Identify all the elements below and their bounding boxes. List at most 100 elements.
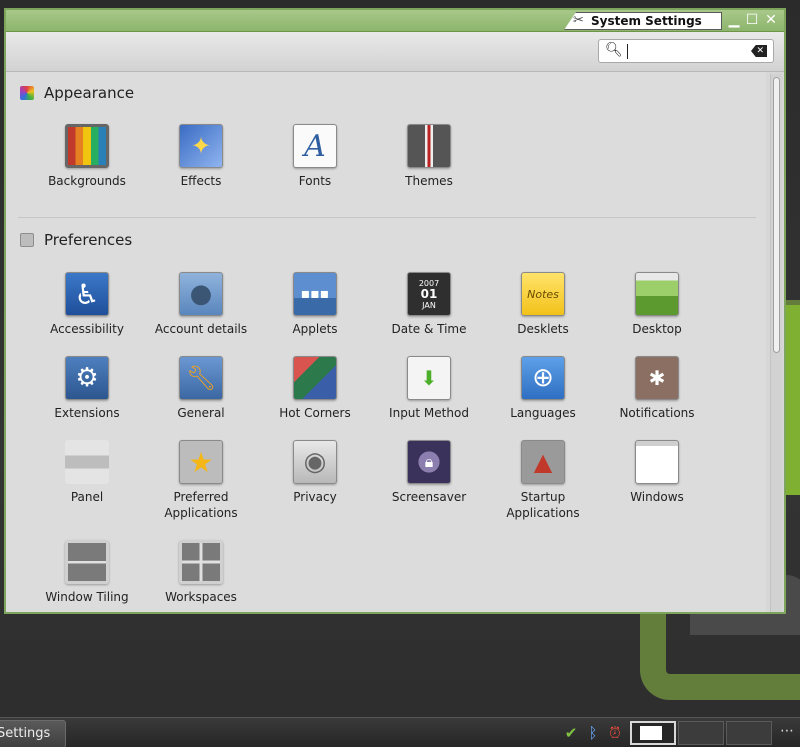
settings-item-date-time[interactable]: 2007 01 JAN Date & Time	[372, 272, 486, 337]
date-icon-month: JAN	[422, 300, 436, 310]
section-title: Preferences	[44, 231, 133, 249]
settings-item-languages[interactable]: ⊕ Languages	[486, 356, 600, 421]
search-icon: 🔍︎	[605, 42, 623, 58]
settings-item-input-method[interactable]: ⬇ Input Method	[372, 356, 486, 421]
overflow-menu-icon[interactable]: ⋯	[780, 723, 794, 739]
section-header-appearance: Appearance	[20, 82, 134, 104]
bottom-panel: Settings ✔ ᛒ ⏰︎ ⋯	[0, 717, 800, 747]
effects-icon: ✦	[179, 124, 223, 168]
window-title-tab[interactable]: ✂ System Settings	[564, 12, 722, 30]
workspace-2[interactable]	[678, 721, 724, 745]
item-label: Windows	[630, 490, 684, 504]
accessibility-icon: ♿︎	[65, 272, 109, 316]
alarm-clock-icon[interactable]: ⏰︎	[606, 724, 624, 742]
desktop-icon	[635, 272, 679, 316]
item-label: Window Tiling	[45, 590, 129, 604]
screensaver-icon: 🔒︎	[407, 440, 451, 484]
date-icon-day: 01	[420, 286, 438, 301]
item-label: Input Method	[389, 406, 469, 420]
item-label: Preferred Applications	[164, 490, 238, 520]
settings-item-panel[interactable]: Panel	[30, 440, 144, 505]
scrollbar-thumb[interactable]	[773, 77, 780, 353]
item-label: General	[177, 406, 225, 420]
item-label: Screensaver	[391, 490, 467, 504]
item-label: Workspaces	[165, 590, 237, 604]
settings-item-extensions[interactable]: ⚙ Extensions	[30, 356, 144, 421]
applets-icon: ▪▪▪	[293, 272, 337, 316]
extensions-icon: ⚙	[65, 356, 109, 400]
settings-item-windows[interactable]: Windows	[600, 440, 714, 505]
themes-icon	[407, 124, 451, 168]
settings-item-applets[interactable]: ▪▪▪ Applets	[258, 272, 372, 337]
windows-icon	[635, 440, 679, 484]
appearance-icon	[20, 86, 34, 100]
item-label: Panel	[70, 490, 104, 504]
taskbar-button-settings[interactable]: Settings	[0, 720, 66, 747]
settings-item-notifications[interactable]: ✱ Notifications	[600, 356, 714, 421]
desklet-note-text: Notes	[527, 287, 559, 301]
settings-item-desklets[interactable]: Notes Desklets	[486, 272, 600, 337]
item-label: Account details	[154, 322, 248, 336]
backgrounds-icon	[65, 124, 109, 168]
settings-item-effects[interactable]: ✦ Effects	[144, 124, 258, 189]
settings-item-preferred-applications[interactable]: ★ Preferred Applications	[144, 440, 258, 521]
vertical-scrollbar[interactable]	[770, 74, 782, 612]
workspace-window-thumbnail	[640, 726, 662, 740]
settings-item-hot-corners[interactable]: Hot Corners	[258, 356, 372, 421]
account-details-icon: ●	[179, 272, 223, 316]
system-settings-window: ✂ System Settings ▁ ☐ ✕ 🔍︎ ✕ Appearance …	[4, 8, 786, 614]
section-title: Appearance	[44, 84, 135, 102]
notifications-icon: ✱	[635, 356, 679, 400]
input-method-icon: ⬇	[407, 356, 451, 400]
settings-item-backgrounds[interactable]: Backgrounds	[30, 124, 144, 189]
workspace-3[interactable]	[726, 721, 772, 745]
item-label: Applets	[292, 322, 338, 336]
item-label: Themes	[405, 174, 453, 188]
window-title: System Settings	[591, 14, 702, 28]
item-label: Startup Applications	[506, 490, 580, 520]
general-icon: 🔧︎	[179, 356, 223, 400]
item-label: Accessibility	[50, 322, 124, 336]
settings-item-account-details[interactable]: ● Account details	[144, 272, 258, 337]
item-label: Extensions	[54, 406, 120, 420]
workspace-1[interactable]	[630, 721, 676, 745]
settings-item-screensaver[interactable]: 🔒︎ Screensaver	[372, 440, 486, 505]
settings-item-privacy[interactable]: ◉ Privacy	[258, 440, 372, 505]
window-titlebar[interactable]: ✂ System Settings ▁ ☐ ✕	[6, 10, 784, 32]
minimize-button[interactable]: ▁	[726, 12, 742, 28]
preferred-applications-icon: ★	[179, 440, 223, 484]
settings-item-general[interactable]: 🔧︎ General	[144, 356, 258, 421]
desklets-icon: Notes	[521, 272, 565, 316]
close-button[interactable]: ✕	[763, 12, 779, 28]
window-tiling-icon	[65, 540, 109, 584]
item-label: Hot Corners	[279, 406, 351, 420]
toolbar: 🔍︎ ✕	[6, 32, 784, 72]
settings-item-desktop[interactable]: Desktop	[600, 272, 714, 337]
preferences-icon	[20, 233, 34, 247]
settings-item-fonts[interactable]: A Fonts	[258, 124, 372, 189]
languages-icon: ⊕	[521, 356, 565, 400]
settings-item-accessibility[interactable]: ♿︎ Accessibility	[30, 272, 144, 337]
workspaces-icon	[179, 540, 223, 584]
bluetooth-icon[interactable]: ᛒ	[584, 724, 602, 742]
item-label: Fonts	[298, 174, 332, 188]
section-divider	[18, 217, 756, 218]
settings-content: Appearance Backgrounds ✦ Effects A Fonts…	[6, 72, 766, 612]
shield-icon[interactable]: ✔	[562, 724, 580, 742]
item-label: Desklets	[517, 322, 569, 336]
search-input[interactable]: 🔍︎ ✕	[598, 39, 774, 63]
clear-search-icon[interactable]: ✕	[751, 45, 767, 57]
section-header-preferences: Preferences	[20, 229, 132, 251]
item-label: Backgrounds	[48, 174, 126, 188]
settings-item-window-tiling[interactable]: Window Tiling	[30, 540, 144, 605]
item-label: Effects	[180, 174, 222, 188]
fonts-icon: A	[293, 124, 337, 168]
settings-item-startup-applications[interactable]: ▲ Startup Applications	[486, 440, 600, 521]
settings-item-themes[interactable]: Themes	[372, 124, 486, 189]
item-label: Privacy	[293, 490, 337, 504]
maximize-button[interactable]: ☐	[744, 12, 760, 28]
tools-icon: ✂	[573, 13, 584, 28]
settings-item-workspaces[interactable]: Workspaces	[144, 540, 258, 605]
startup-applications-icon: ▲	[521, 440, 565, 484]
item-label: Desktop	[632, 322, 682, 336]
